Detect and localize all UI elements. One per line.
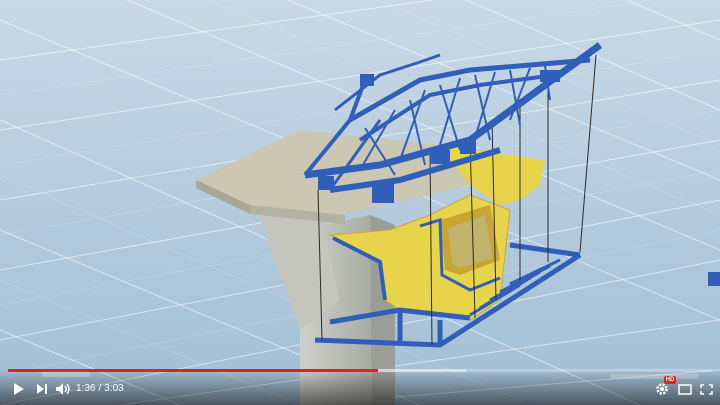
time-separator: / bbox=[98, 383, 102, 394]
fullscreen-button[interactable] bbox=[697, 379, 715, 399]
volume-button[interactable] bbox=[54, 379, 72, 399]
volume-icon bbox=[56, 383, 70, 395]
settings-button[interactable]: HD bbox=[653, 376, 676, 399]
progress-bar[interactable] bbox=[8, 369, 712, 372]
played-bar bbox=[8, 369, 378, 372]
miniplayer-button[interactable] bbox=[676, 379, 694, 399]
current-time: 1:36 bbox=[76, 383, 96, 394]
distant-object bbox=[708, 272, 720, 286]
play-icon bbox=[14, 383, 24, 395]
control-bar: 1:36/3:03 HD bbox=[0, 369, 720, 405]
duration: 3:03 bbox=[104, 383, 124, 394]
miniplayer-icon bbox=[678, 383, 692, 395]
video-frame[interactable] bbox=[0, 0, 720, 405]
gear-icon bbox=[656, 383, 668, 395]
play-button[interactable] bbox=[10, 379, 28, 399]
next-button[interactable] bbox=[34, 379, 50, 399]
time-display: 1:36/3:03 bbox=[76, 381, 124, 397]
fullscreen-icon bbox=[699, 383, 713, 395]
video-player[interactable]: 1:36/3:03 HD bbox=[0, 0, 720, 405]
next-icon bbox=[37, 384, 47, 394]
hd-badge: HD bbox=[664, 376, 676, 384]
